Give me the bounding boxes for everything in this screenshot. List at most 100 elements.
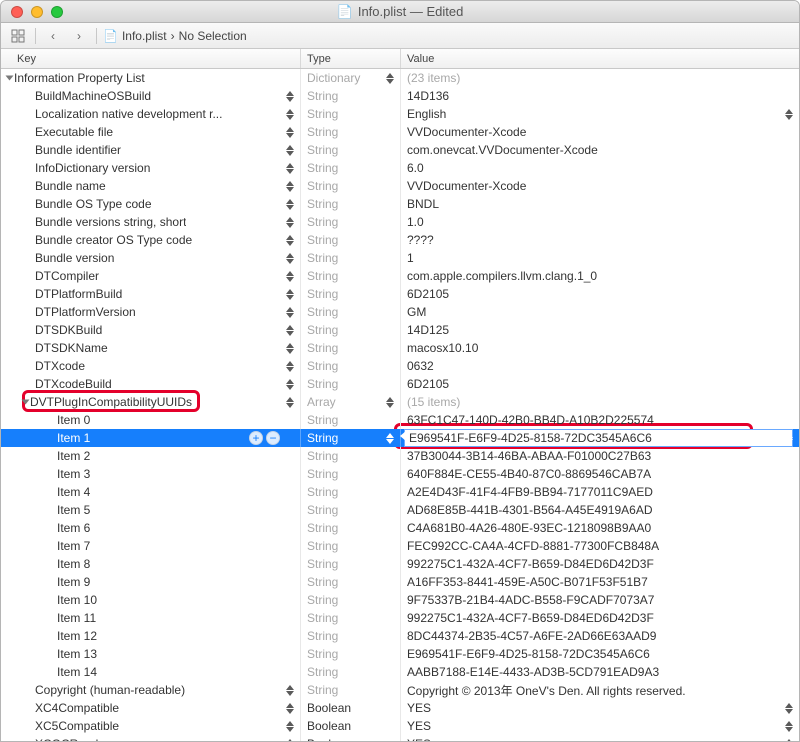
value-cell[interactable]: AD68E85B-441B-4301-B564-A45E4919A6AD [401,501,799,519]
value-cell[interactable]: 640F884E-CE55-4B40-87C0-8869546CAB7A [401,465,799,483]
stepper-icon[interactable] [286,269,297,283]
stepper-icon[interactable] [386,431,397,445]
stepper-icon[interactable] [286,197,297,211]
uuid-item[interactable]: Item 4StringA2E4D43F-41F4-4FB9-BB94-7177… [1,483,799,501]
breadcrumb[interactable]: 📄 Info.plist › No Selection [103,29,247,43]
plist-row[interactable]: DTSDKNameStringmacosx10.10 [1,339,799,357]
value-cell[interactable]: A16FF353-8441-459E-A50C-B071F53F51B7 [401,573,799,591]
disclosure-triangle-icon[interactable] [22,400,30,405]
stepper-icon[interactable] [286,125,297,139]
column-header-type[interactable]: Type [301,49,401,68]
uuid-item[interactable]: Item 9StringA16FF353-8441-459E-A50C-B071… [1,573,799,591]
stepper-icon[interactable] [286,359,297,373]
uuid-item[interactable]: Item 13StringE969541F-E6F9-4D25-8158-72D… [1,645,799,663]
stepper-icon[interactable] [286,341,297,355]
uuid-item[interactable]: Item 0String63FC1C47-140D-42B0-BB4D-A10B… [1,411,799,429]
uuid-item[interactable]: Item 11String992275C1-432A-4CF7-B659-D84… [1,609,799,627]
stepper-icon[interactable] [286,179,297,193]
plist-row[interactable]: DTSDKBuildString14D125 [1,321,799,339]
forward-button[interactable]: › [68,26,90,46]
stepper-icon[interactable] [386,71,397,85]
stepper-icon[interactable] [286,143,297,157]
stepper-icon[interactable] [286,107,297,121]
plist-row[interactable]: Executable fileStringVVDocumenter-Xcode [1,123,799,141]
plist-row[interactable]: Bundle identifierStringcom.onevcat.VVDoc… [1,141,799,159]
disclosure-triangle-icon[interactable] [6,76,14,81]
key-label: Item 7 [57,539,90,553]
value-cell[interactable]: 63FC1C47-140D-42B0-BB4D-A10B2D225574 [401,411,799,429]
close-window-button[interactable] [11,6,23,18]
stepper-icon[interactable] [785,107,796,121]
uuid-item[interactable]: Item 2String37B30044-3B14-46BA-ABAA-F010… [1,447,799,465]
value-cell[interactable]: E969541F-E6F9-4D25-8158-72DC3545A6C6 [401,429,799,447]
plist-row[interactable]: Copyright (human-readable)StringCopyrigh… [1,681,799,699]
stepper-icon[interactable] [785,701,796,715]
back-button[interactable]: ‹ [42,26,64,46]
value-cell[interactable]: AABB7188-E14E-4433-AD3B-5CD791EAD9A3 [401,663,799,681]
uuids-array-row[interactable]: DVTPlugInCompatibilityUUIDsArray(15 item… [1,393,799,411]
stepper-icon[interactable] [286,305,297,319]
uuid-item[interactable]: Item 12String8DC44374-2B35-4C57-A6FE-2AD… [1,627,799,645]
minimize-window-button[interactable] [31,6,43,18]
plist-row[interactable]: InfoDictionary versionString6.0 [1,159,799,177]
uuid-item[interactable]: Item 8String992275C1-432A-4CF7-B659-D84E… [1,555,799,573]
stepper-icon[interactable] [785,719,796,733]
uuid-item[interactable]: Item 10String9F75337B-21B4-4ADC-B558-F9C… [1,591,799,609]
stepper-icon[interactable] [286,233,297,247]
value-cell[interactable]: C4A681B0-4A26-480E-93EC-1218098B9AA0 [401,519,799,537]
plist-row[interactable]: XCGCReadyBooleanYES [1,735,799,741]
uuid-item[interactable]: Item 7StringFEC992CC-CA4A-4CFD-8881-7730… [1,537,799,555]
stepper-icon[interactable] [286,287,297,301]
plist-row[interactable]: Bundle nameStringVVDocumenter-Xcode [1,177,799,195]
plist-row[interactable]: Bundle OS Type codeStringBNDL [1,195,799,213]
stepper-icon[interactable] [286,251,297,265]
plist-row[interactable]: XC5CompatibleBooleanYES [1,717,799,735]
plist-row[interactable]: DTXcodeString0632 [1,357,799,375]
plist-row[interactable]: DTPlatformVersionStringGM [1,303,799,321]
uuid-item[interactable]: Item 14StringAABB7188-E14E-4433-AD3B-5CD… [1,663,799,681]
uuid-item-selected[interactable]: Item 1+−StringE969541F-E6F9-4D25-8158-72… [1,429,799,447]
stepper-icon[interactable] [785,431,796,445]
value-edit-field[interactable]: E969541F-E6F9-4D25-8158-72DC3545A6C6 [404,429,793,447]
plist-row[interactable]: Localization native development r...Stri… [1,105,799,123]
uuid-item[interactable]: Item 5StringAD68E85B-441B-4301-B564-A45E… [1,501,799,519]
stepper-icon[interactable] [286,737,297,741]
column-header-key[interactable]: Key [1,49,301,68]
plist-row[interactable]: Bundle creator OS Type codeString???? [1,231,799,249]
uuid-item[interactable]: Item 3String640F884E-CE55-4B40-87C0-8869… [1,465,799,483]
plist-row[interactable]: DTXcodeBuildString6D2105 [1,375,799,393]
value-cell[interactable]: 8DC44374-2B35-4C57-A6FE-2AD66E63AAD9 [401,627,799,645]
stepper-icon[interactable] [286,89,297,103]
stepper-icon[interactable] [286,683,297,697]
uuid-item[interactable]: Item 6StringC4A681B0-4A26-480E-93EC-1218… [1,519,799,537]
stepper-icon[interactable] [386,395,397,409]
stepper-icon[interactable] [286,323,297,337]
stepper-icon[interactable] [286,701,297,715]
value-cell[interactable]: 992275C1-432A-4CF7-B659-D84ED6D42D3F [401,609,799,627]
stepper-icon[interactable] [785,737,796,741]
stepper-icon[interactable] [286,161,297,175]
related-items-button[interactable] [7,26,29,46]
stepper-icon[interactable] [286,215,297,229]
plist-table[interactable]: Information Property ListDictionary(23 i… [1,69,799,741]
remove-row-button[interactable]: − [266,431,280,445]
plist-row[interactable]: BuildMachineOSBuildString14D136 [1,87,799,105]
value-cell[interactable]: E969541F-E6F9-4D25-8158-72DC3545A6C6 [401,645,799,663]
root-row[interactable]: Information Property ListDictionary(23 i… [1,69,799,87]
plist-row[interactable]: Bundle versions string, shortString1.0 [1,213,799,231]
value-cell[interactable]: 992275C1-432A-4CF7-B659-D84ED6D42D3F [401,555,799,573]
stepper-icon[interactable] [286,395,297,409]
plist-row[interactable]: XC4CompatibleBooleanYES [1,699,799,717]
stepper-icon[interactable] [286,377,297,391]
value-cell[interactable]: FEC992CC-CA4A-4CFD-8881-77300FCB848A [401,537,799,555]
value-cell[interactable]: 9F75337B-21B4-4ADC-B558-F9CADF7073A7 [401,591,799,609]
value-cell[interactable]: A2E4D43F-41F4-4FB9-BB94-7177011C9AED [401,483,799,501]
stepper-icon[interactable] [286,719,297,733]
value-cell[interactable]: 37B30044-3B14-46BA-ABAA-F01000C27B63 [401,447,799,465]
plist-row[interactable]: Bundle versionString1 [1,249,799,267]
zoom-window-button[interactable] [51,6,63,18]
plist-row[interactable]: DTCompilerStringcom.apple.compilers.llvm… [1,267,799,285]
column-header-value[interactable]: Value [401,49,799,68]
add-row-button[interactable]: + [249,431,263,445]
plist-row[interactable]: DTPlatformBuildString6D2105 [1,285,799,303]
